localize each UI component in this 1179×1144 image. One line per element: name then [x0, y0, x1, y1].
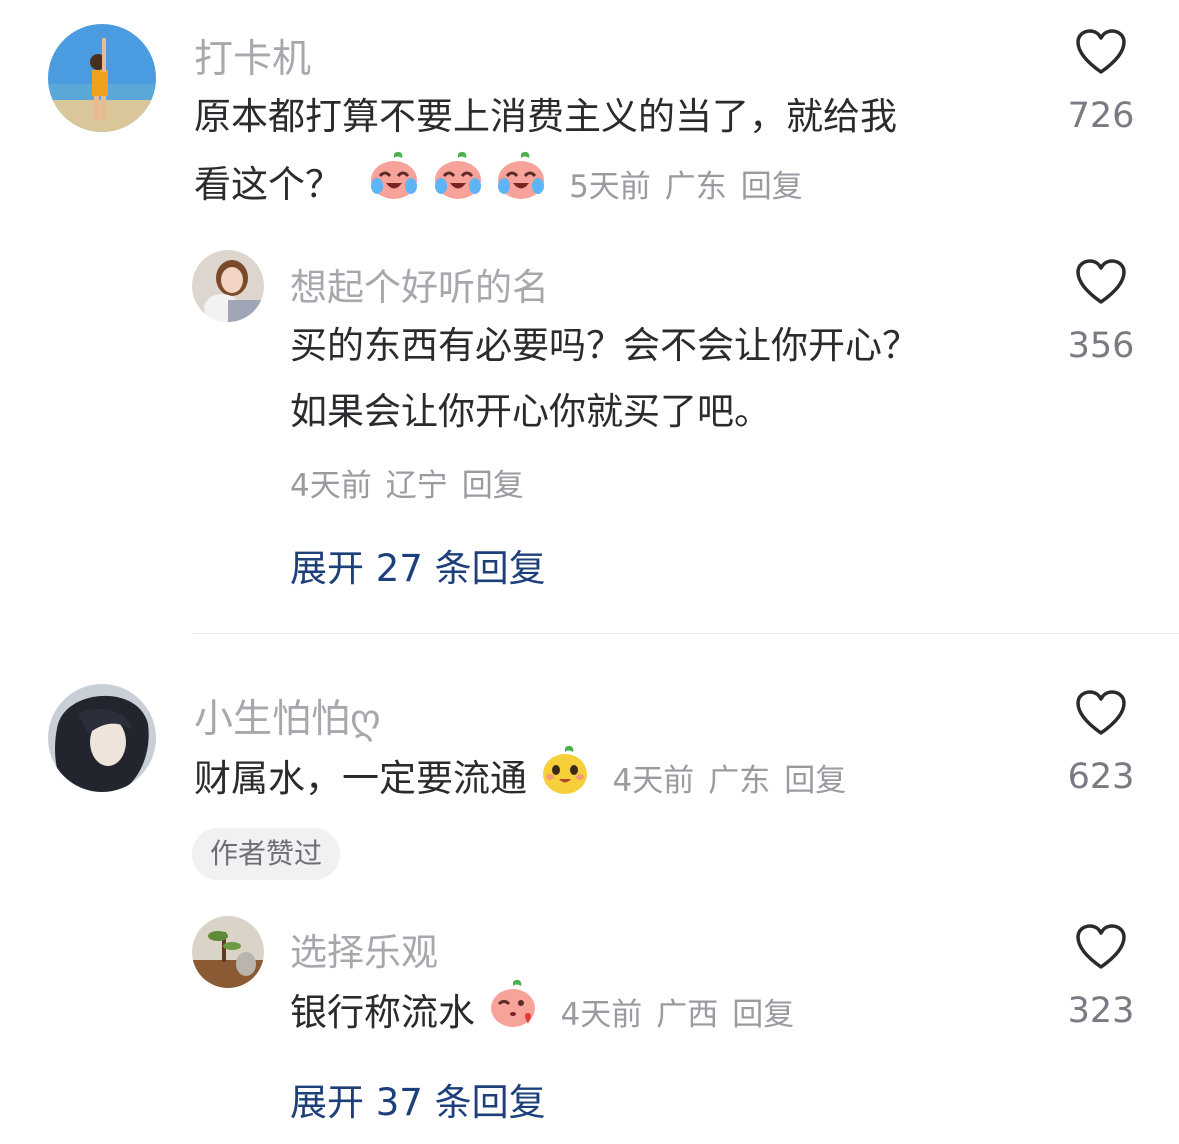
reply-text: 买的东西有必要吗？会不会让你开心？	[290, 324, 919, 367]
like-control: 726	[1061, 28, 1141, 136]
reply-meta: 4天前 辽宁 回复	[290, 460, 538, 505]
comment-text-tail: 看这个？	[194, 163, 342, 206]
comment-meta: 4天前 广东 回复	[613, 763, 861, 799]
reply-time: 4天前	[560, 997, 643, 1033]
reply-location: 辽宁	[385, 468, 448, 504]
crying-laughing-peach-emoji	[495, 150, 547, 223]
crying-laughing-peach-emoji	[368, 150, 420, 223]
heart-icon[interactable]	[1075, 258, 1127, 306]
heart-icon[interactable]	[1075, 689, 1127, 737]
comment-text: 财属水，一定要流通	[194, 757, 527, 800]
like-count: 726	[1067, 96, 1135, 136]
like-count: 356	[1067, 326, 1135, 366]
reply-text: 银行称流水	[290, 991, 475, 1034]
crying-laughing-peach-emoji	[432, 150, 484, 223]
comment-text-line2: 看这个？ 5天前 广东 回复	[194, 150, 817, 223]
reply-text-line2: 如果会让你开心你就买了吧。	[290, 390, 771, 433]
comment-username[interactable]: 打卡机	[194, 28, 311, 84]
avatar[interactable]	[48, 24, 156, 132]
reply-button[interactable]: 回复	[462, 468, 524, 504]
like-control: 323	[1061, 923, 1141, 1031]
comment-time: 5天前	[569, 169, 651, 205]
heart-icon[interactable]	[1075, 28, 1127, 76]
comment-text: 原本都打算不要上消费主义的当了，就给我	[194, 95, 897, 138]
expand-replies-button[interactable]: 展开 37 条回复	[290, 1072, 546, 1126]
reply-time: 4天前	[290, 468, 372, 504]
reply-username[interactable]: 想起个好听的名	[290, 257, 549, 311]
reply-username[interactable]: 选择乐观	[290, 922, 438, 976]
like-count: 323	[1067, 991, 1135, 1031]
avatar[interactable]	[48, 684, 156, 792]
happy-mango-emoji	[539, 744, 591, 817]
reply-button[interactable]: 回复	[741, 169, 803, 205]
like-count: 623	[1067, 757, 1135, 797]
comment-time: 4天前	[612, 763, 695, 799]
comment-location: 广东	[664, 169, 727, 205]
comment-username[interactable]: 小生怕怕ღ	[194, 688, 381, 744]
reply-location: 广西	[656, 997, 719, 1033]
expand-replies-button[interactable]: 展开 27 条回复	[290, 538, 546, 592]
comment-text-row: 财属水，一定要流通 4天前 广东 回复	[194, 744, 860, 817]
divider	[192, 633, 1179, 634]
heart-icon[interactable]	[1075, 923, 1127, 971]
like-control: 356	[1061, 258, 1141, 366]
reply-text-row: 银行称流水 4天前 广西 回复	[290, 978, 808, 1051]
like-control: 623	[1061, 689, 1141, 797]
comment-location: 广东	[708, 763, 771, 799]
reply-meta: 4天前 广西 回复	[561, 997, 809, 1033]
kiss-peach-emoji	[487, 978, 539, 1051]
reply-button[interactable]: 回复	[784, 763, 846, 799]
author-liked-badge: 作者赞过	[192, 828, 341, 880]
avatar[interactable]	[192, 916, 264, 988]
reply-button[interactable]: 回复	[732, 997, 794, 1033]
comment-meta: 5天前 广东 回复	[569, 169, 817, 205]
avatar[interactable]	[192, 250, 264, 322]
